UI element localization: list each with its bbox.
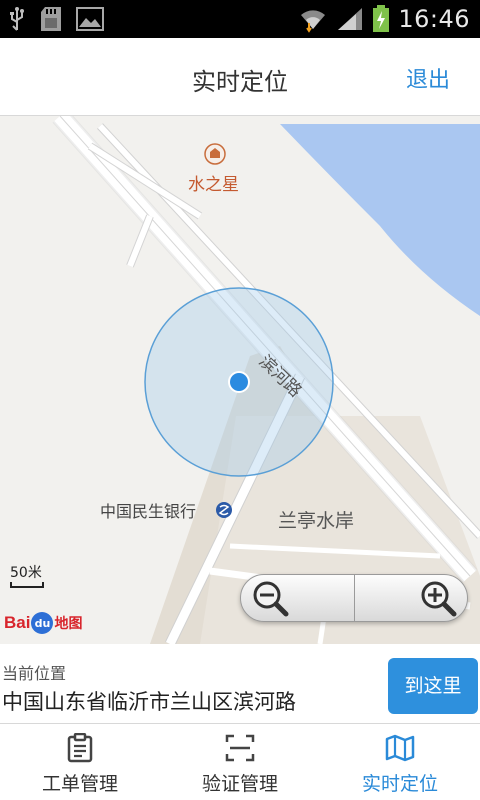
baidu-map-logo: Bai du 地图 bbox=[4, 608, 82, 638]
system-icons: 16:46 bbox=[298, 0, 470, 38]
current-address: 中国山东省临沂市兰山区滨河路 bbox=[2, 690, 296, 714]
scan-frame-icon bbox=[225, 734, 255, 762]
zoom-out-button[interactable] bbox=[241, 575, 354, 621]
residential-label[interactable]: 兰亭水岸 bbox=[278, 506, 354, 533]
tab-label: 工单管理 bbox=[41, 773, 118, 795]
scale-label: 50米 bbox=[10, 565, 42, 581]
zoom-in-button[interactable] bbox=[353, 575, 468, 621]
sd-card-icon bbox=[41, 7, 61, 31]
battery-charging-icon bbox=[373, 5, 390, 32]
water-area bbox=[280, 124, 480, 316]
location-dot bbox=[230, 373, 248, 391]
clock: 16:46 bbox=[398, 5, 470, 33]
tab-verification[interactable]: 验证管理 bbox=[160, 725, 320, 800]
zoom-out-icon bbox=[253, 581, 289, 617]
signal-icon bbox=[338, 8, 363, 30]
goto-here-button[interactable]: 到这里 bbox=[388, 658, 478, 714]
clipboard-icon bbox=[67, 733, 93, 763]
logo-paw-icon: du bbox=[31, 612, 54, 634]
map-canvas bbox=[52, 116, 480, 644]
zoom-in-icon bbox=[421, 581, 457, 617]
tab-label: 实时定位 bbox=[361, 773, 438, 795]
bottom-tab-bar: 工单管理 验证管理 实时定位 bbox=[0, 725, 480, 800]
usb-icon bbox=[10, 7, 24, 31]
location-panel: 当前位置 中国山东省临沂市兰山区滨河路 到这里 bbox=[0, 644, 480, 724]
zoom-control bbox=[240, 574, 468, 622]
map-icon bbox=[385, 734, 415, 762]
tab-work-orders[interactable]: 工单管理 bbox=[0, 725, 160, 800]
tab-label: 验证管理 bbox=[201, 773, 278, 795]
tab-realtime-location[interactable]: 实时定位 bbox=[320, 725, 480, 800]
poi-water-star-label[interactable]: 水之星 bbox=[188, 170, 239, 195]
app-header: 实时定位 退出 bbox=[0, 38, 480, 116]
scale-bar bbox=[10, 582, 44, 588]
status-bar: 16:46 bbox=[0, 0, 480, 38]
image-icon bbox=[76, 7, 104, 31]
logo-ditu: 地图 bbox=[54, 616, 83, 632]
bank-label[interactable]: 中国民生银行 bbox=[100, 498, 196, 522]
logo-bai: Bai bbox=[4, 613, 31, 632]
notification-icons bbox=[8, 6, 104, 32]
exit-button[interactable]: 退出 bbox=[406, 62, 450, 94]
wifi-icon bbox=[301, 10, 326, 33]
current-location-label: 当前位置 bbox=[2, 664, 67, 683]
map-view[interactable]: 水之星 滨河路 中国民生银行 兰亭水岸 50米 Bai du 地图 bbox=[0, 116, 480, 644]
